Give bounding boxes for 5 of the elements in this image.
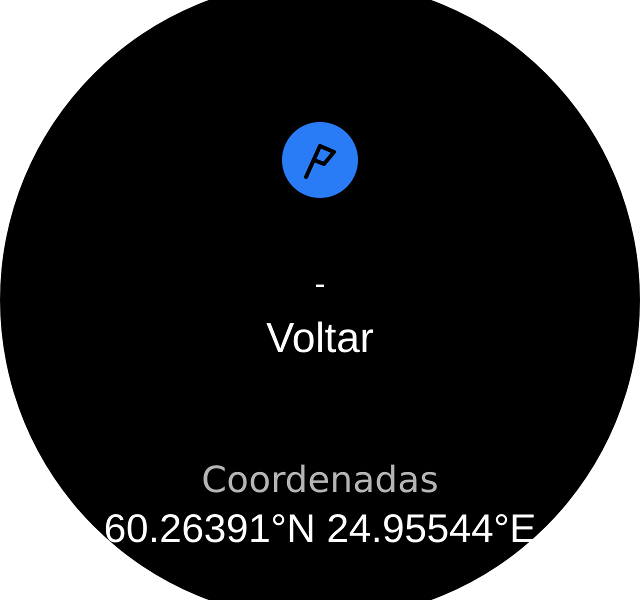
waypoint-name: Voltar: [266, 314, 374, 362]
coordinates-label: Coordenadas: [202, 460, 438, 502]
coordinates-value: 60.26391°N 24.95544°E: [104, 506, 536, 552]
waypoint-value: -: [314, 270, 326, 300]
flag-icon: [282, 122, 358, 198]
